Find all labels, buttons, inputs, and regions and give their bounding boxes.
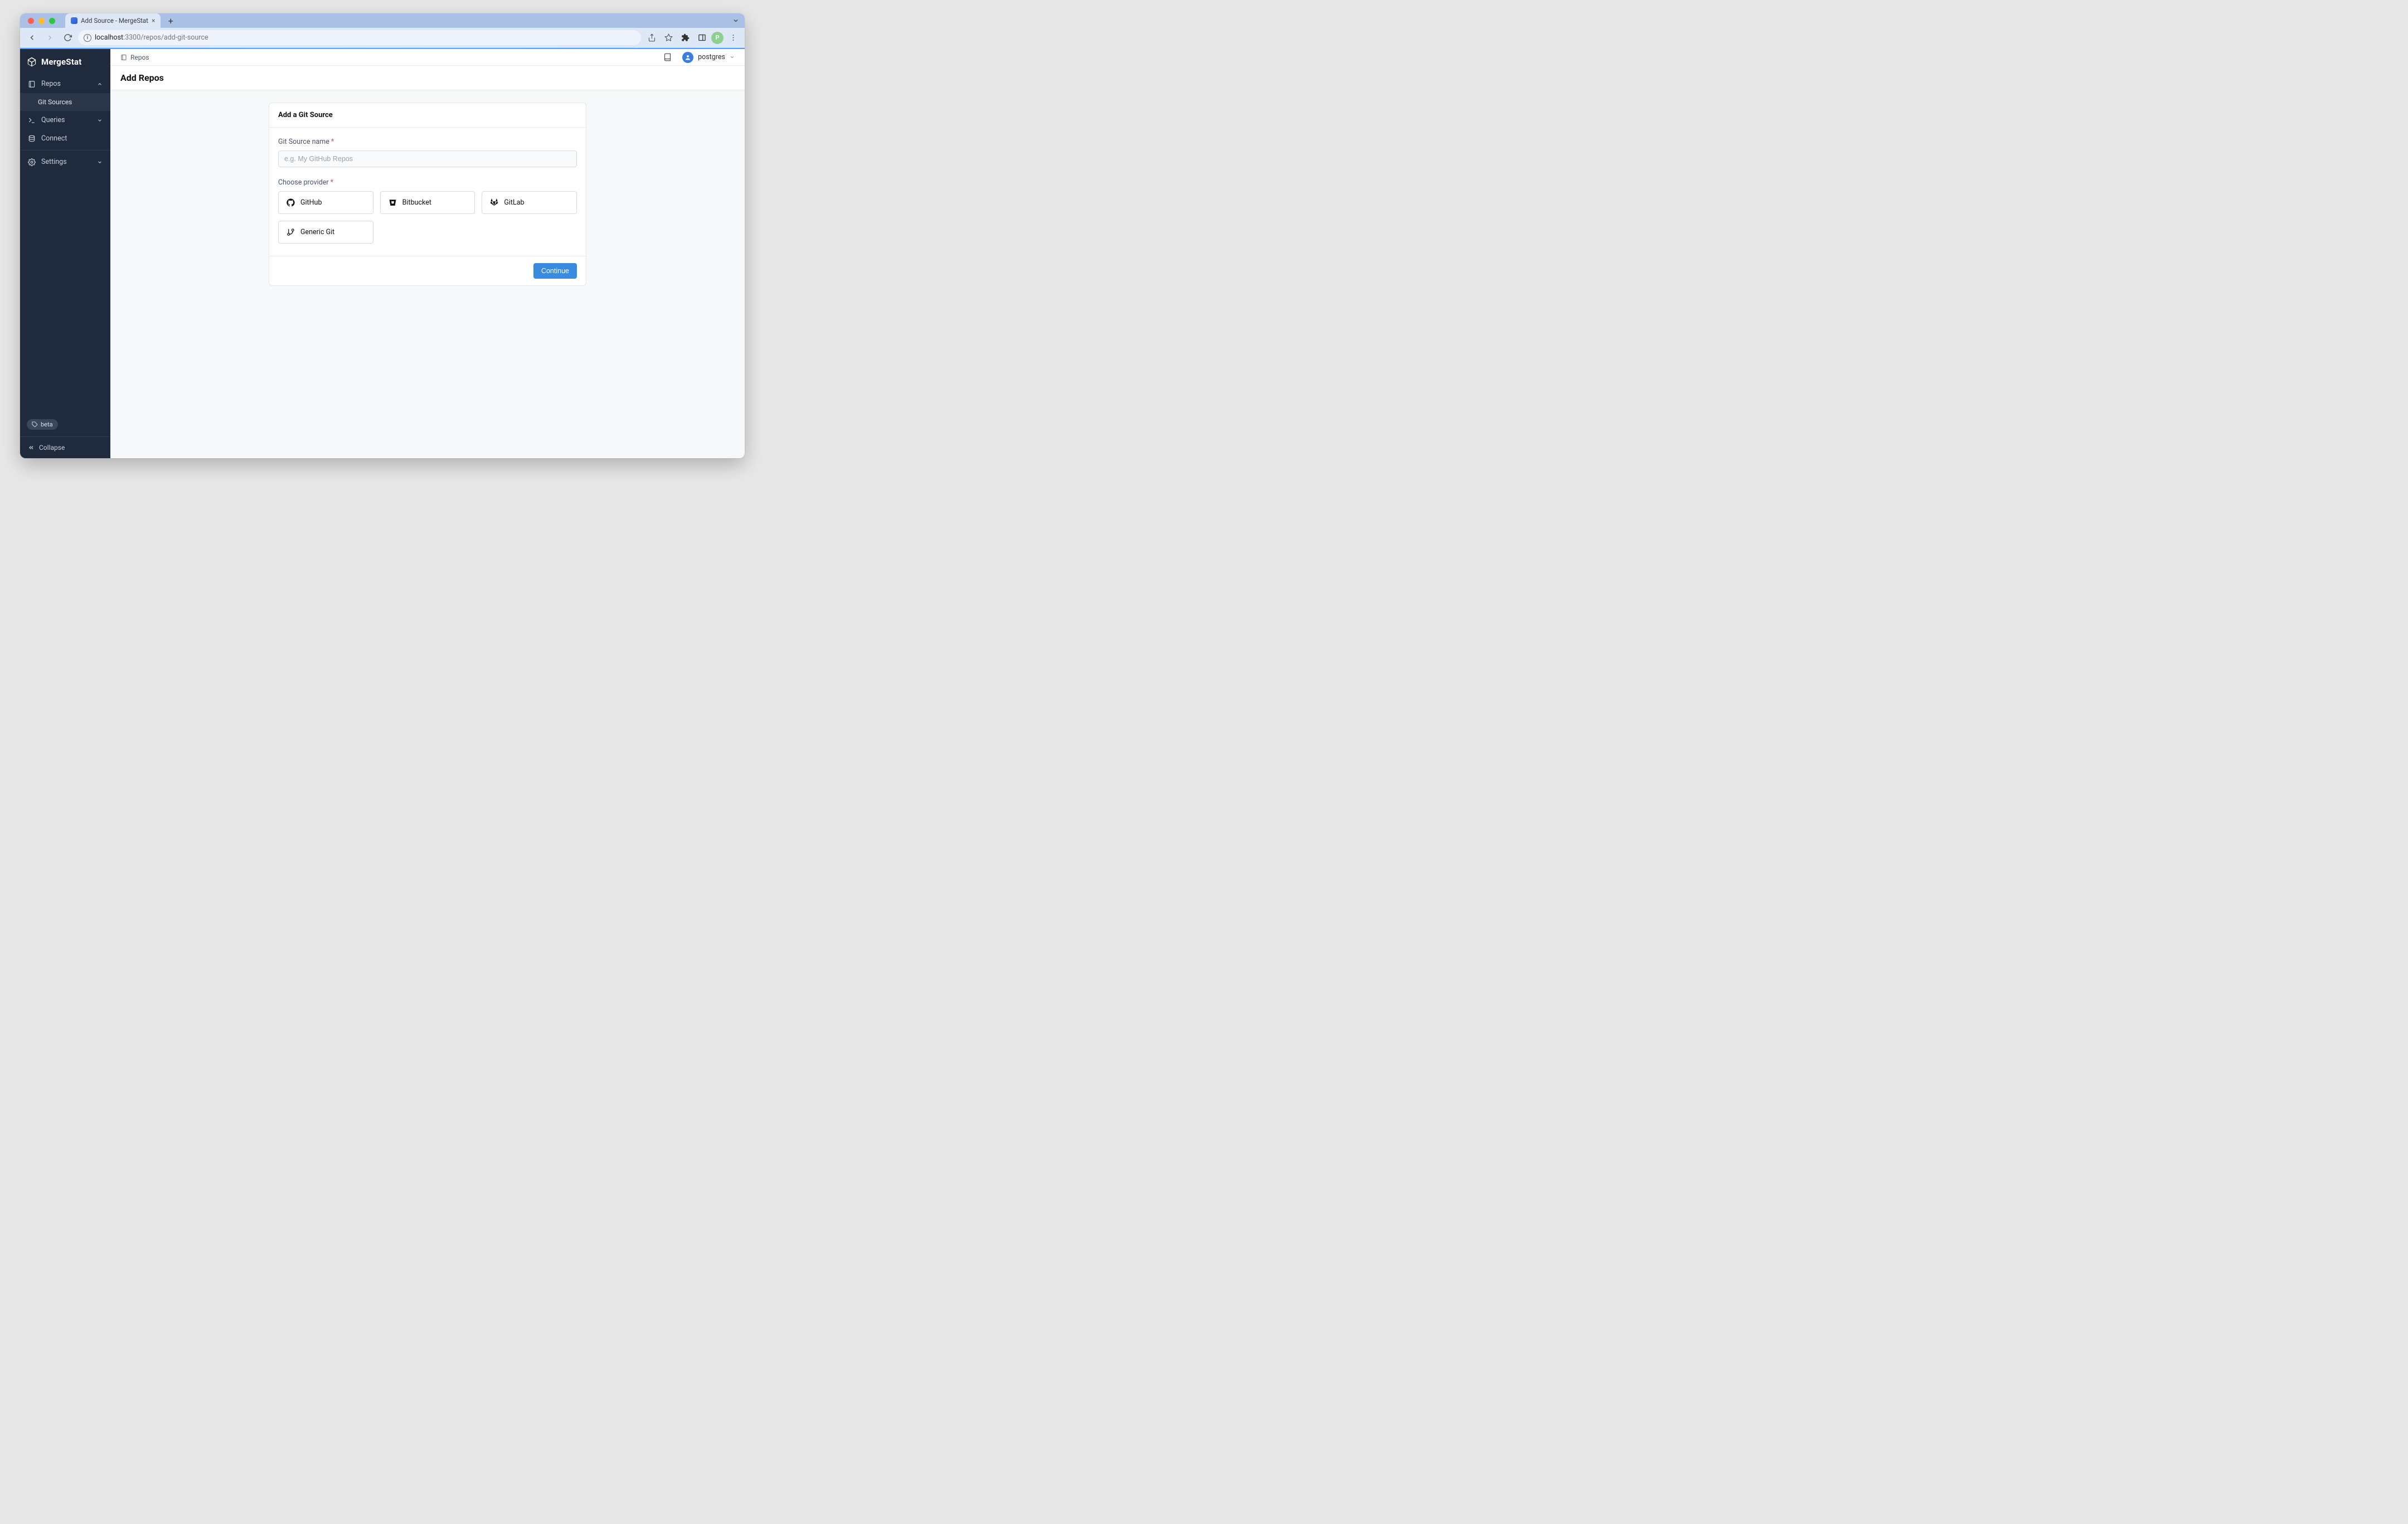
topbar: Repos postgres xyxy=(110,49,745,66)
source-name-label: Git Source name* xyxy=(278,138,577,146)
favicon-icon xyxy=(71,17,77,24)
reload-button[interactable] xyxy=(60,31,75,45)
connect-icon xyxy=(28,135,36,143)
sidebar-item-settings[interactable]: Settings xyxy=(20,153,110,171)
sidebar-item-git-sources[interactable]: Git Sources xyxy=(20,93,110,111)
provider-label: Generic Git xyxy=(300,228,334,236)
logo-icon xyxy=(27,57,37,67)
provider-label: Bitbucket xyxy=(402,198,431,207)
bitbucket-icon xyxy=(389,198,397,207)
forward-button[interactable] xyxy=(42,31,57,45)
extensions-icon[interactable] xyxy=(678,31,692,45)
chevron-down-icon xyxy=(97,159,103,165)
breadcrumb[interactable]: Repos xyxy=(120,54,149,61)
beta-label: beta xyxy=(41,421,53,428)
repo-icon xyxy=(120,54,127,61)
git-branch-icon xyxy=(287,228,295,236)
sidebar-item-connect[interactable]: Connect xyxy=(20,129,110,148)
tabs-dropdown-icon[interactable] xyxy=(732,17,739,24)
provider-gitlab[interactable]: GitLab xyxy=(482,191,577,214)
divider xyxy=(20,150,110,151)
back-button[interactable] xyxy=(25,31,39,45)
tab-strip: Add Source - MergeStat × + xyxy=(20,13,745,28)
repo-icon xyxy=(28,80,36,88)
collapse-icon xyxy=(28,444,35,451)
browser-tab[interactable]: Add Source - MergeStat × xyxy=(65,13,161,28)
sidebar-item-label: Repos xyxy=(41,80,61,88)
new-tab-button[interactable]: + xyxy=(164,14,177,27)
source-name-input[interactable] xyxy=(278,151,577,167)
url-bar: i localhost:3300/repos/add-git-source P xyxy=(20,28,745,48)
app-root: MergeStat Repos Git Sources Queries xyxy=(20,49,745,458)
sidebar: MergeStat Repos Git Sources Queries xyxy=(20,49,110,458)
profile-avatar[interactable]: P xyxy=(711,32,724,44)
sidebar-item-label: Queries xyxy=(41,116,65,124)
browser-window: Add Source - MergeStat × + i localhost:3… xyxy=(20,13,745,458)
content-area: Add a Git Source Git Source name* Choose… xyxy=(110,90,745,458)
user-menu[interactable]: postgres xyxy=(682,52,735,63)
close-tab-icon[interactable]: × xyxy=(152,17,155,25)
sidebar-item-label: Settings xyxy=(41,158,67,166)
address-bar[interactable]: i localhost:3300/repos/add-git-source xyxy=(78,30,641,45)
provider-generic-git[interactable]: Generic Git xyxy=(278,221,373,244)
collapse-sidebar-button[interactable]: Collapse xyxy=(20,436,110,458)
sidebar-item-label: Git Sources xyxy=(38,98,72,106)
sidebar-item-label: Connect xyxy=(41,134,67,143)
url-host: localhost:3300/repos/add-git-source xyxy=(95,33,208,42)
window-controls xyxy=(25,18,59,24)
user-avatar-icon xyxy=(682,52,693,63)
add-git-source-card: Add a Git Source Git Source name* Choose… xyxy=(269,103,586,286)
chevron-up-icon xyxy=(97,81,103,87)
minimize-window-button[interactable] xyxy=(38,18,45,24)
page-header: Add Repos xyxy=(110,66,745,90)
sidebar-item-queries[interactable]: Queries xyxy=(20,111,110,129)
collapse-label: Collapse xyxy=(39,444,65,452)
gitlab-icon xyxy=(490,198,498,207)
provider-label: GitHub xyxy=(300,198,322,207)
page-title: Add Repos xyxy=(120,72,735,83)
tag-icon xyxy=(32,421,38,428)
brand-logo[interactable]: MergeStat xyxy=(20,49,110,75)
gear-icon xyxy=(28,158,36,166)
brand-name: MergeStat xyxy=(41,57,81,67)
breadcrumb-label: Repos xyxy=(130,54,149,61)
github-icon xyxy=(287,198,295,207)
user-name: postgres xyxy=(698,53,725,61)
close-window-button[interactable] xyxy=(28,18,34,24)
continue-button[interactable]: Continue xyxy=(533,263,577,279)
provider-github[interactable]: GitHub xyxy=(278,191,373,214)
card-title: Add a Git Source xyxy=(269,103,586,128)
site-info-icon[interactable]: i xyxy=(84,34,91,42)
sidebar-item-repos[interactable]: Repos xyxy=(20,75,110,93)
chevron-down-icon xyxy=(97,118,103,123)
maximize-window-button[interactable] xyxy=(49,18,55,24)
share-icon[interactable] xyxy=(644,31,659,45)
provider-bitbucket[interactable]: Bitbucket xyxy=(380,191,475,214)
browser-menu-icon[interactable] xyxy=(726,31,740,45)
side-panel-icon[interactable] xyxy=(695,31,709,45)
provider-label: GitLab xyxy=(504,198,524,207)
bookmark-icon[interactable] xyxy=(661,31,676,45)
tab-title: Add Source - MergeStat xyxy=(81,17,148,25)
chevron-down-icon xyxy=(730,55,735,60)
queries-icon xyxy=(28,117,36,124)
docs-icon[interactable] xyxy=(660,50,674,65)
card-footer: Continue xyxy=(269,256,586,285)
provider-label: Choose provider* xyxy=(278,178,577,187)
beta-badge: beta xyxy=(27,419,58,430)
main-content: Repos postgres Add Repos xyxy=(110,49,745,458)
